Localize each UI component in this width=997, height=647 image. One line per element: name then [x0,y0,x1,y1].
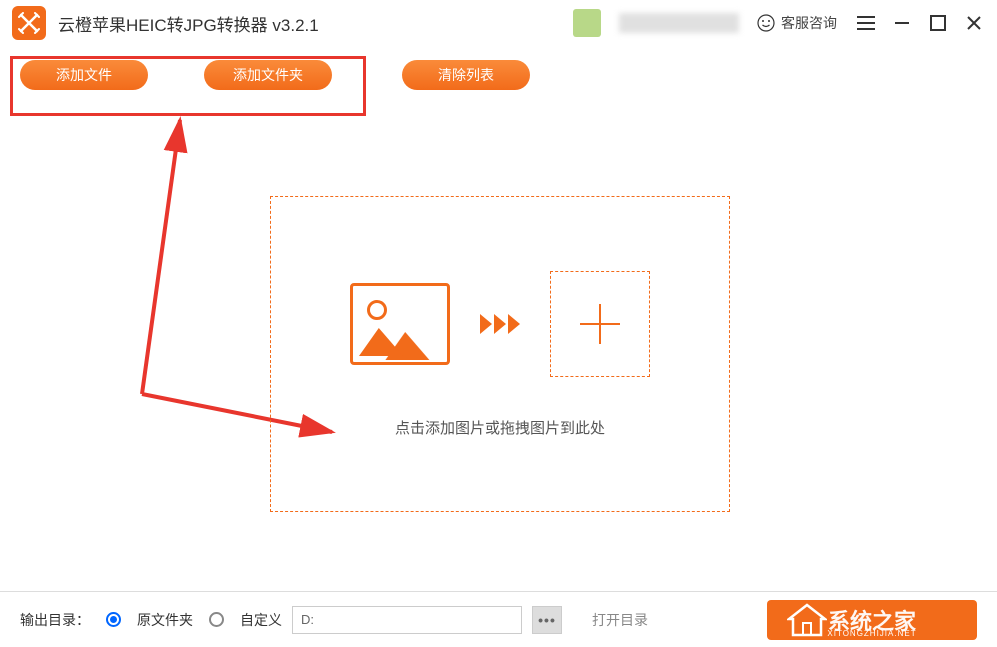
drop-zone-icons [350,271,650,377]
menu-button[interactable] [855,12,877,34]
maximize-icon [930,15,946,31]
plus-icon [580,304,620,344]
output-path-input[interactable] [292,606,522,634]
minimize-button[interactable] [891,12,913,34]
smile-icon [757,14,775,32]
maximize-button[interactable] [927,12,949,34]
drop-zone-hint: 点击添加图片或拖拽图片到此处 [395,417,605,438]
output-label: 输出目录： [20,610,90,630]
image-icon [350,283,450,365]
radio-source-label: 原文件夹 [137,610,193,630]
add-box [550,271,650,377]
open-dir-link[interactable]: 打开目录 [592,610,648,630]
main-area: 点击添加图片或拖拽图片到此处 [0,104,997,584]
user-info-blurred [619,13,739,33]
add-file-button[interactable]: 添加文件 [20,60,148,90]
radio-custom-folder[interactable] [209,612,224,627]
avatar[interactable] [573,9,601,37]
close-icon [966,15,982,31]
convert-button[interactable]: 系统之家 XITONGZHIJIA.NET [767,600,977,640]
close-button[interactable] [963,12,985,34]
bottom-bar: 输出目录： 原文件夹 自定义 ••• 打开目录 系统之家 XITONGZHIJI… [0,591,997,647]
clear-list-button[interactable]: 清除列表 [402,60,530,90]
watermark-sub: XITONGZHIJIA.NET [827,629,916,638]
support-button[interactable]: 客服咨询 [757,13,837,33]
toolbar: 添加文件 添加文件夹 清除列表 [0,46,997,104]
app-title: 云橙苹果HEIC转JPG转换器 v3.2.1 [58,11,319,36]
radio-custom-label: 自定义 [240,610,282,630]
browse-button[interactable]: ••• [532,606,562,634]
hamburger-icon [856,15,876,31]
chevron-right-icon [480,314,520,334]
house-icon [787,603,827,637]
support-label: 客服咨询 [781,13,837,33]
logo-icon [18,12,40,34]
title-bar: 云橙苹果HEIC转JPG转换器 v3.2.1 客服咨询 [0,0,997,46]
minimize-icon [893,14,911,32]
drop-zone[interactable]: 点击添加图片或拖拽图片到此处 [270,196,730,512]
app-logo [12,6,46,40]
radio-source-folder[interactable] [106,612,121,627]
add-folder-button[interactable]: 添加文件夹 [204,60,332,90]
